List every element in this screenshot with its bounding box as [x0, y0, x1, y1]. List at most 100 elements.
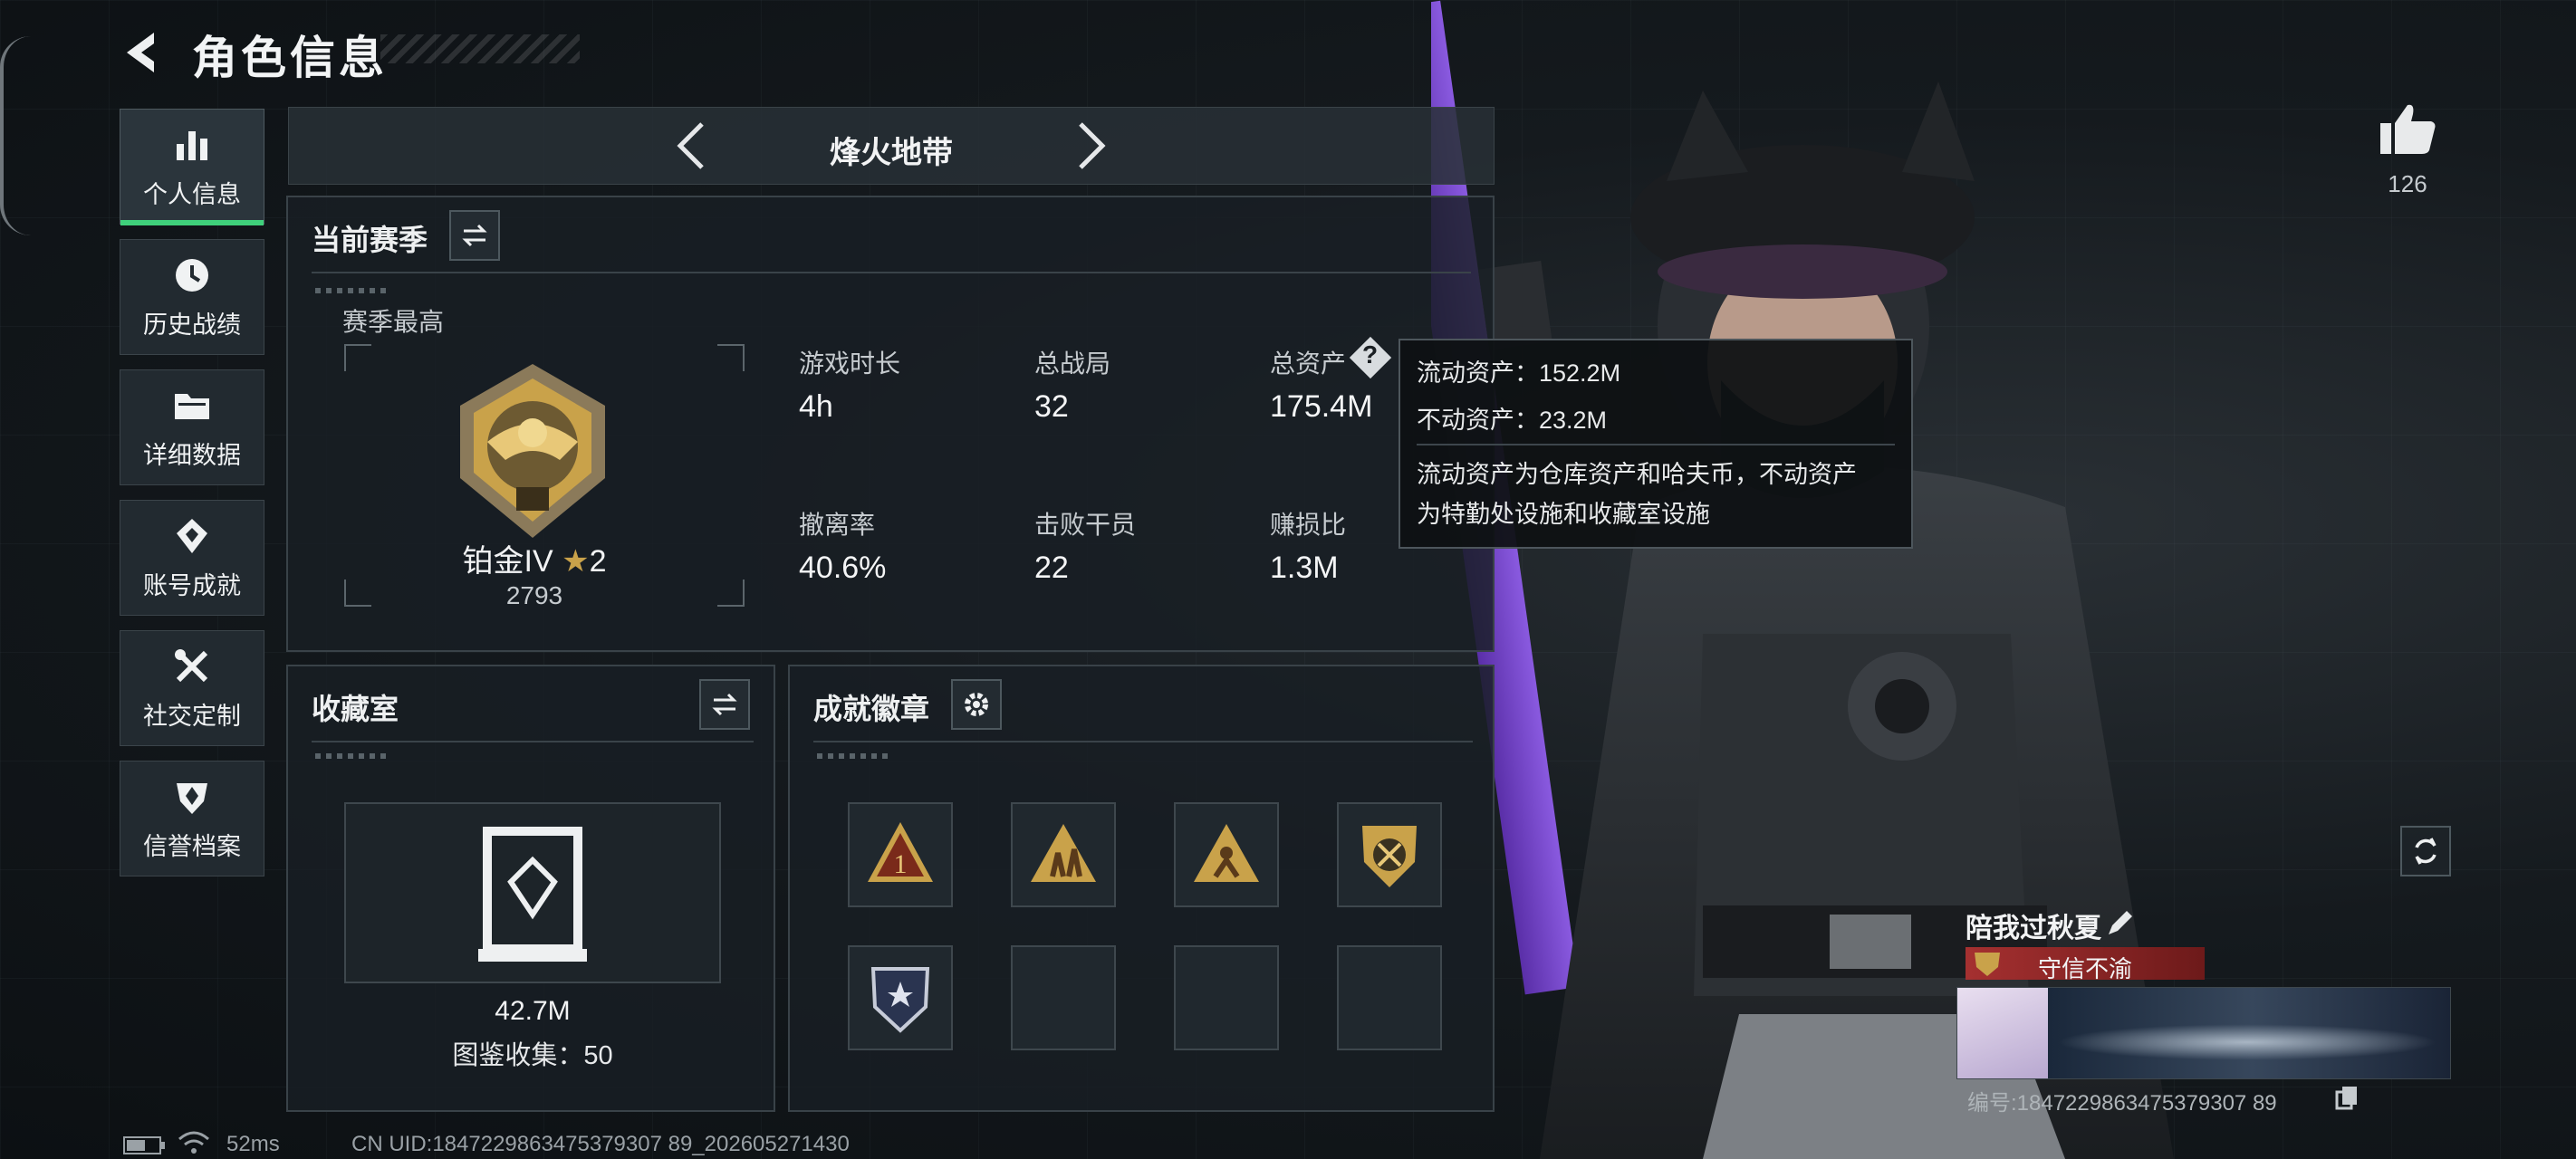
like-count: 126: [2388, 170, 2427, 197]
badge-slot-empty[interactable]: [1174, 945, 1279, 1050]
sidebar-item-achievements[interactable]: 账号成就: [120, 500, 264, 616]
kneeling-badge-icon: [1194, 824, 1259, 882]
page-title: 角色信息: [192, 33, 388, 83]
season-panel: 当前赛季 赛季最高 铂金IV ★2 2793 游戏时长 4h 总战局 32 总资…: [286, 196, 1495, 652]
badge-slot[interactable]: [1174, 802, 1279, 907]
player-banner[interactable]: [1956, 987, 2451, 1079]
stat-value: 175.4M: [1270, 389, 1373, 424]
achievement-icon: [177, 518, 207, 553]
collection-panel: 收藏室 42.7M 图鉴收集：50: [286, 665, 775, 1112]
character-portrait: [1431, 0, 2174, 1159]
player-id: 编号:1847229863475379307 89: [1967, 1091, 2277, 1116]
asset-tooltip: 流动资产：152.2M 不动资产：23.2M 流动资产为仓库资产和哈夫币，不动资…: [1399, 339, 1913, 549]
avatar[interactable]: [1957, 988, 2048, 1078]
bar-chart-icon: [177, 130, 207, 160]
stat-label: 击败干员: [1034, 511, 1137, 539]
shield-badge-icon: [1362, 826, 1417, 887]
frame-corner: [717, 344, 745, 371]
clock-icon: [176, 258, 208, 292]
help-glyph: ?: [1362, 340, 1379, 369]
divider: [312, 741, 754, 742]
sidebar-item-label: 信誉档案: [143, 832, 241, 860]
rank-stars: 2: [589, 544, 607, 579]
sidebar-item-reputation[interactable]: 信誉档案: [120, 761, 264, 876]
rank-score: 2793: [505, 581, 563, 609]
wifi-icon: [178, 1131, 209, 1154]
uid-text: CN UID:1847229863475379307 89_2026052714…: [351, 1132, 850, 1156]
season-best-label: 赛季最高: [342, 308, 445, 336]
badges-panel: 成就徽章 1: [788, 665, 1495, 1112]
battery-icon: [123, 1136, 165, 1154]
collection-title: 收藏室: [312, 693, 399, 725]
badge-slot-empty[interactable]: [1337, 945, 1442, 1050]
ping-value: 52ms: [226, 1132, 280, 1156]
stat-label: 游戏时长: [799, 350, 901, 378]
decor-dots: [315, 753, 388, 759]
stat-label: 总战局: [1034, 350, 1111, 378]
refresh-icon: [2415, 838, 2437, 865]
shield-icon: [177, 782, 207, 814]
tools-icon: [175, 648, 208, 682]
stat-label: 撤离率: [799, 511, 876, 539]
collection-switch-button[interactable]: [699, 679, 750, 730]
sidebar-item-history[interactable]: 历史战绩: [120, 239, 264, 355]
player-name: 陪我过秋夏: [1966, 914, 2101, 943]
vault-icon: [478, 827, 587, 962]
sidebar-item-label: 个人信息: [143, 180, 241, 208]
edit-icon[interactable]: [2105, 907, 2136, 938]
collection-display[interactable]: [344, 802, 721, 983]
title-tag: 守信不渝: [1966, 947, 2205, 982]
rank-one-badge-icon: 1: [868, 822, 933, 882]
tooltip-fixed: 不动资产：23.2M: [1417, 407, 1608, 434]
season-title: 当前赛季: [312, 224, 428, 256]
back-arrow-icon[interactable]: [118, 27, 168, 78]
divider: [813, 741, 1473, 742]
badge-slot[interactable]: 1: [848, 802, 953, 907]
collection-count: 图鉴收集：50: [452, 1041, 613, 1070]
sidebar-item-label: 详细数据: [143, 441, 241, 469]
stat-value: 1.3M: [1270, 551, 1339, 585]
sidebar-item-profile[interactable]: 个人信息: [120, 109, 264, 225]
badge-slot[interactable]: [1337, 802, 1442, 907]
swap-icon: [462, 224, 487, 247]
badges-settings-button[interactable]: [951, 679, 1002, 730]
stat-value: 40.6%: [799, 551, 887, 585]
season-switch-button[interactable]: [449, 210, 500, 261]
tooltip-desc-line2: 为特勤处设施和收藏室设施: [1417, 501, 1710, 528]
title-tag-text: 守信不渝: [2038, 955, 2133, 982]
sidebar-item-details[interactable]: 详细数据: [120, 369, 264, 485]
frame-corner: [344, 344, 371, 371]
tooltip-divider: [1417, 444, 1895, 445]
badge-slot[interactable]: [1011, 802, 1116, 907]
divider: [312, 272, 1471, 273]
next-arrow-icon[interactable]: [1073, 119, 1110, 173]
rotate-button[interactable]: [2400, 826, 2451, 876]
title-decoration: [380, 34, 580, 63]
sidebar-item-label: 社交定制: [143, 702, 241, 730]
swap-icon: [712, 693, 737, 716]
soldiers-badge-icon: [1031, 824, 1096, 882]
svg-text:1: 1: [894, 849, 908, 879]
stat-value: 22: [1034, 551, 1069, 585]
decorative-arc: [0, 36, 31, 235]
mode-title: 烽火地带: [830, 136, 953, 170]
banner-moon: [2057, 1024, 2437, 1060]
badge-slot[interactable]: [848, 945, 953, 1050]
sidebar-item-label: 账号成就: [143, 571, 241, 599]
thumbs-up-icon[interactable]: [2379, 101, 2437, 156]
rank-line: 铂金IV ★2: [288, 536, 781, 580]
badges-title: 成就徽章: [813, 693, 930, 725]
badge-slot-empty[interactable]: [1011, 945, 1116, 1050]
stat-label: 赚损比: [1270, 511, 1347, 539]
stat-label: 总资产: [1270, 350, 1347, 378]
collection-value: 42.7M: [495, 996, 571, 1026]
tooltip-desc-line1: 流动资产为仓库资产和哈夫币，不动资产: [1417, 461, 1857, 488]
star-icon: ★: [562, 544, 590, 579]
tag-emblem-icon: [1975, 953, 2000, 976]
folder-icon: [175, 393, 209, 419]
stat-value: 32: [1034, 389, 1069, 424]
sidebar-item-label: 历史战绩: [143, 311, 241, 339]
decor-dots: [817, 753, 889, 759]
copy-icon[interactable]: [2335, 1085, 2360, 1110]
sidebar-item-social[interactable]: 社交定制: [120, 630, 264, 746]
